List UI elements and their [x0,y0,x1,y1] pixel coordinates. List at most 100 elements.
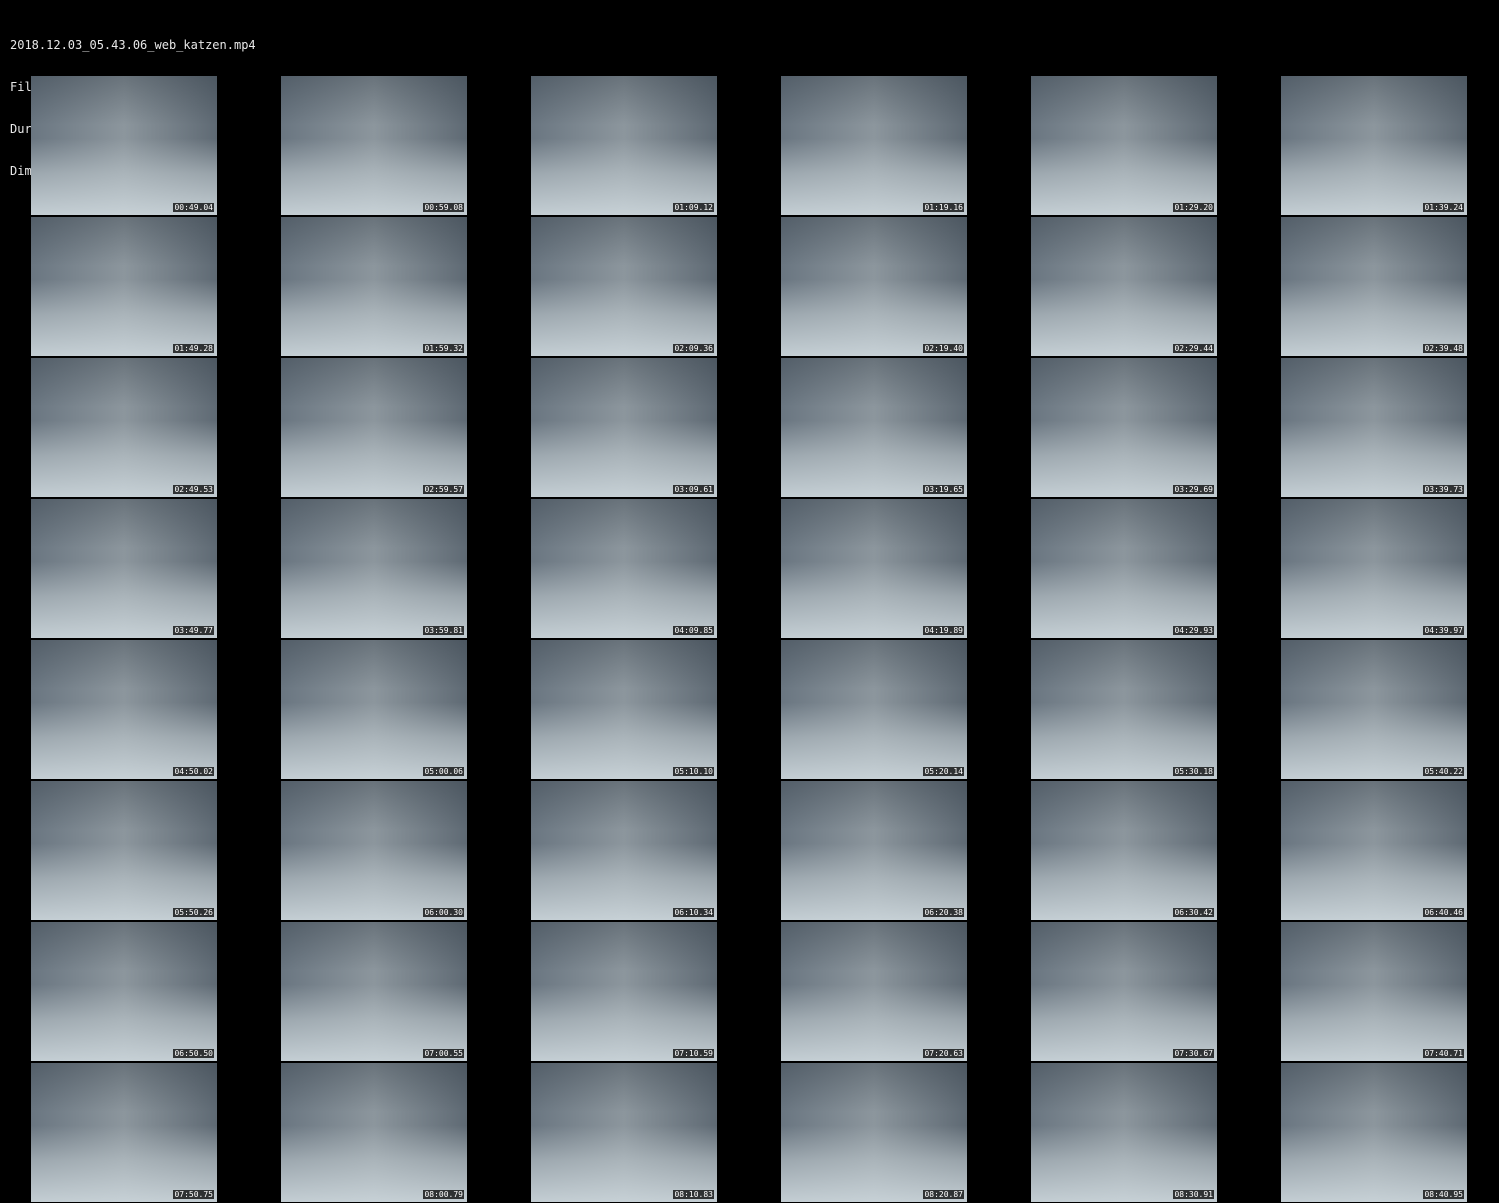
thumbnail-image [781,640,967,779]
thumbnail-image [31,217,217,356]
thumbnail: 05:30.18 [1031,640,1217,779]
thumbnail-timestamp: 00:49.04 [173,203,214,212]
thumbnail-image [1031,76,1217,215]
thumbnail: 02:39.48 [1281,217,1467,356]
thumbnail-timestamp: 02:09.36 [673,344,714,353]
thumbnail: 02:49.53 [31,358,217,497]
thumbnail: 08:30.91 [1031,1063,1217,1202]
thumbnail-image [31,781,217,920]
thumbnail-timestamp: 06:50.50 [173,1049,214,1058]
thumbnail-timestamp: 06:30.42 [1173,908,1214,917]
thumbnail: 04:19.89 [781,499,967,638]
thumbnail-image [1031,358,1217,497]
thumbnail-image [1031,499,1217,638]
thumbnail: 03:29.69 [1031,358,1217,497]
thumbnail: 08:00.79 [281,1063,467,1202]
thumbnail-timestamp: 05:00.06 [423,767,464,776]
thumbnail-timestamp: 05:20.14 [923,767,964,776]
thumbnail: 07:30.67 [1031,922,1217,1061]
thumbnail-image [31,1063,217,1202]
thumbnail-timestamp: 04:19.89 [923,626,964,635]
thumbnail-timestamp: 02:59.57 [423,485,464,494]
thumbnail: 07:20.63 [781,922,967,1061]
thumbnail: 06:50.50 [31,922,217,1061]
thumbnail: 07:00.55 [281,922,467,1061]
thumbnail-image [281,217,467,356]
thumbnail: 03:19.65 [781,358,967,497]
thumbnail: 04:39.97 [1281,499,1467,638]
thumbnail: 04:29.93 [1031,499,1217,638]
thumbnail-grid: 00:49.04 00:59.08 01:09.12 01:19.16 01:29.20… [0,0,1499,1203]
thumbnail-image [281,922,467,1061]
thumbnail-image [531,358,717,497]
thumbnail-timestamp: 03:09.61 [673,485,714,494]
thumbnail-image [781,781,967,920]
thumbnail: 08:40.95 [1281,1063,1467,1202]
thumbnail-image [31,358,217,497]
thumbnail: 03:09.61 [531,358,717,497]
thumbnail-timestamp: 01:19.16 [923,203,964,212]
thumbnail-image [531,76,717,215]
thumbnail: 08:20.87 [781,1063,967,1202]
thumbnail-timestamp: 03:59.81 [423,626,464,635]
thumbnail-image [281,499,467,638]
thumbnail-timestamp: 03:29.69 [1173,485,1214,494]
thumbnail: 04:50.02 [31,640,217,779]
thumbnail-timestamp: 00:59.08 [423,203,464,212]
thumbnail-image [1031,922,1217,1061]
thumbnail: 01:29.20 [1031,76,1217,215]
thumbnail-timestamp: 05:30.18 [1173,767,1214,776]
thumbnail-image [1031,217,1217,356]
thumbnail-timestamp: 08:30.91 [1173,1190,1214,1199]
thumbnail: 02:09.36 [531,217,717,356]
thumbnail-timestamp: 05:50.26 [173,908,214,917]
thumbnail: 01:39.24 [1281,76,1467,215]
thumbnail: 07:40.71 [1281,922,1467,1061]
thumbnail-timestamp: 01:59.32 [423,344,464,353]
thumbnail-timestamp: 01:29.20 [1173,203,1214,212]
thumbnail-timestamp: 02:29.44 [1173,344,1214,353]
thumbnail: 03:49.77 [31,499,217,638]
thumbnail-image [281,76,467,215]
thumbnail: 06:20.38 [781,781,967,920]
thumbnail-image [781,358,967,497]
thumbnail-timestamp: 04:29.93 [1173,626,1214,635]
thumbnail-image [781,1063,967,1202]
thumbnail-timestamp: 03:19.65 [923,485,964,494]
thumbnail-image [1281,1063,1467,1202]
thumbnail: 03:59.81 [281,499,467,638]
thumbnail-timestamp: 06:00.30 [423,908,464,917]
thumbnail-timestamp: 02:49.53 [173,485,214,494]
thumbnail-image [31,76,217,215]
thumbnail: 01:09.12 [531,76,717,215]
thumbnail-timestamp: 07:50.75 [173,1190,214,1199]
thumbnail: 06:40.46 [1281,781,1467,920]
thumbnail-timestamp: 01:09.12 [673,203,714,212]
thumbnail-timestamp: 06:20.38 [923,908,964,917]
thumbnail-timestamp: 01:49.28 [173,344,214,353]
thumbnail-image [781,922,967,1061]
thumbnail: 01:19.16 [781,76,967,215]
thumbnail-image [531,781,717,920]
thumbnail-timestamp: 06:10.34 [673,908,714,917]
thumbnail-image [531,499,717,638]
thumbnail-image [1281,499,1467,638]
thumbnail-timestamp: 07:10.59 [673,1049,714,1058]
thumbnail: 01:59.32 [281,217,467,356]
thumbnail-timestamp: 07:00.55 [423,1049,464,1058]
thumbnail: 07:10.59 [531,922,717,1061]
thumbnail-image [781,76,967,215]
thumbnail-image [781,217,967,356]
thumbnail: 05:10.10 [531,640,717,779]
thumbnail-timestamp: 03:39.73 [1423,485,1464,494]
thumbnail: 04:09.85 [531,499,717,638]
thumbnail-image [1031,640,1217,779]
thumbnail: 05:00.06 [281,640,467,779]
thumbnail: 06:10.34 [531,781,717,920]
thumbnail: 00:49.04 [31,76,217,215]
thumbnail-image [1281,217,1467,356]
thumbnail-image [531,922,717,1061]
thumbnail: 06:30.42 [1031,781,1217,920]
thumbnail-timestamp: 08:00.79 [423,1190,464,1199]
thumbnail: 06:00.30 [281,781,467,920]
